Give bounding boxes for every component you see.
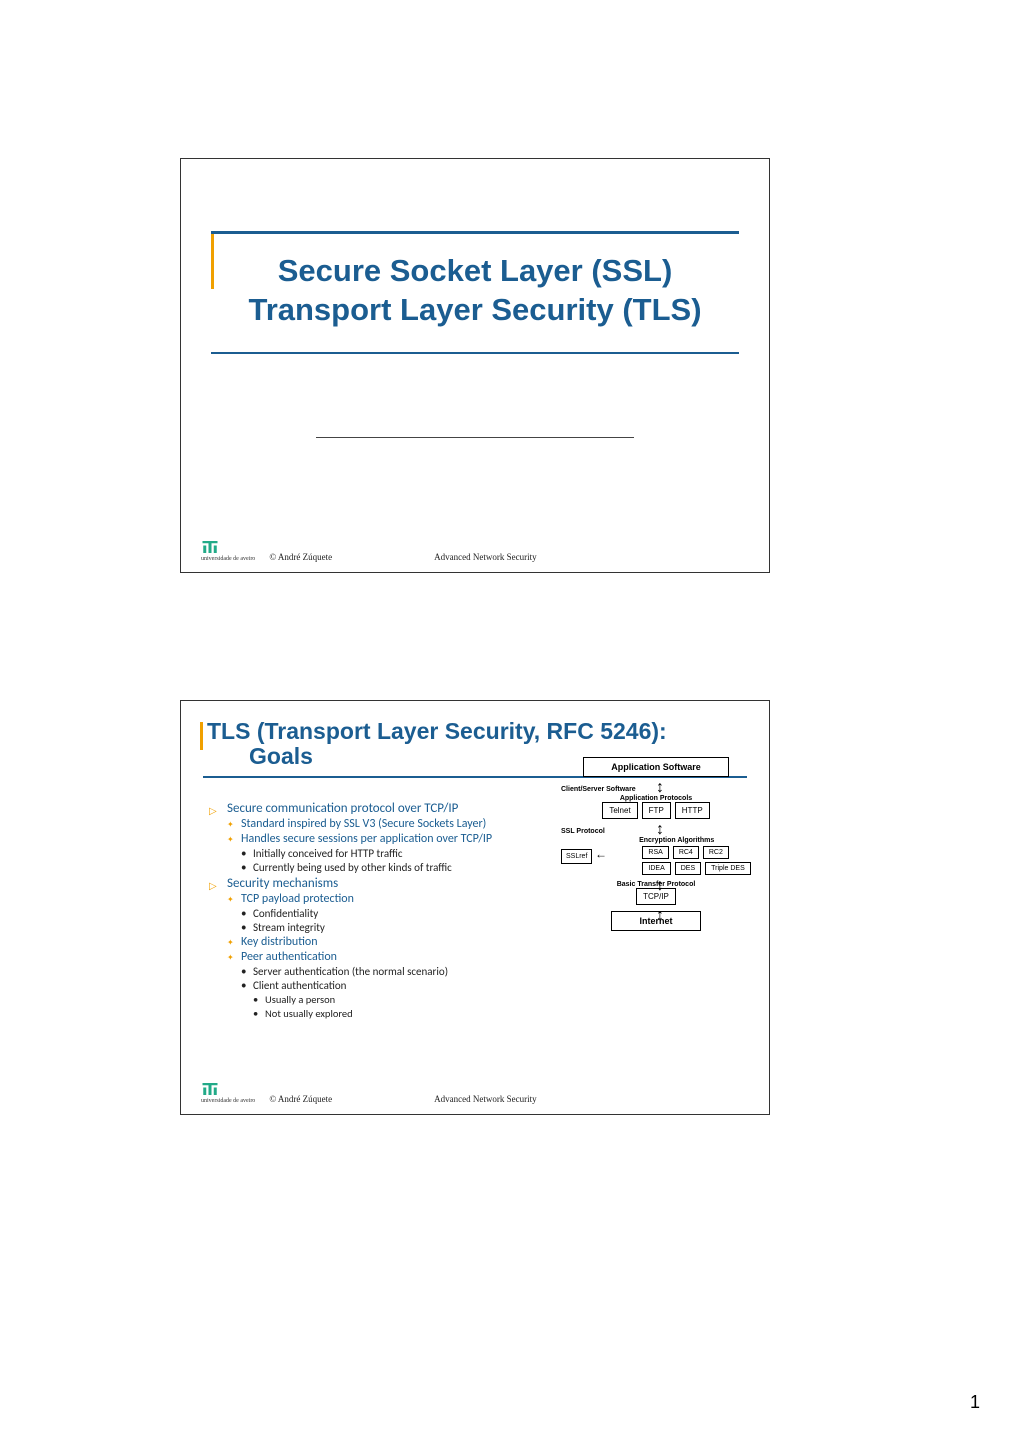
diagram-sslref: SSLref	[561, 849, 592, 864]
ssl-stack-diagram: Application Software Client/Server Softw…	[561, 757, 751, 931]
bullet-text: Client authentication	[253, 979, 346, 992]
bullet-l3: Currently being used by other kinds of t…	[241, 861, 549, 874]
diagram-rc4: RC4	[673, 846, 699, 859]
title-line-2: Transport Layer Security (TLS)	[248, 292, 701, 327]
bullet-l2: Peer authentication Server authenticatio…	[227, 950, 549, 1020]
bullet-l3: Confidentiality	[241, 907, 549, 920]
university-logo: universidade de aveiro	[201, 1080, 255, 1104]
bullet-l4: Usually a person	[253, 993, 549, 1006]
bullet-text: Key distribution	[241, 935, 318, 949]
bullet-text: Confidentiality	[253, 907, 318, 920]
slide-2: TLS (Transport Layer Security, RFC 5246)…	[180, 700, 770, 1115]
diagram-label-appproto: Application Protocols	[561, 795, 751, 802]
divider	[316, 437, 634, 438]
bullet-l1: Secure communication protocol over TCP/I…	[209, 801, 549, 874]
bullet-text: Standard inspired by SSL V3 (Secure Sock…	[241, 817, 486, 831]
title-main: TLS (Transport Layer Security, RFC 5246)…	[207, 718, 667, 744]
diagram-rsa: RSA	[642, 846, 668, 859]
bullet-l2: Key distribution	[227, 935, 549, 949]
bullet-text: Handles secure sessions per application …	[241, 832, 492, 846]
bullet-text: Secure communication protocol over TCP/I…	[227, 801, 458, 816]
title-accent	[200, 722, 203, 750]
title-block: Secure Socket Layer (SSL) Transport Laye…	[211, 231, 739, 354]
copyright: © André Zúquete	[269, 1094, 332, 1104]
slide-1: Secure Socket Layer (SSL) Transport Laye…	[180, 158, 770, 573]
bullet-l1: Security mechanisms TCP payload protecti…	[209, 876, 549, 1020]
diagram-app-software: Application Software	[583, 757, 729, 777]
diagram-idea: IDEA	[642, 862, 670, 875]
bullet-text: Not usually explored	[265, 1007, 353, 1020]
bullet-l4: Not usually explored	[253, 1007, 549, 1020]
bullet-text: TCP payload protection	[241, 892, 354, 906]
course-name: Advanced Network Security	[434, 552, 536, 562]
diagram-rc2: RC2	[703, 846, 729, 859]
bullet-l3: Stream integrity	[241, 921, 549, 934]
page-number: 1	[970, 1392, 980, 1413]
bullet-l2: Standard inspired by SSL V3 (Secure Sock…	[227, 817, 549, 831]
bullet-l2: Handles secure sessions per application …	[227, 832, 549, 874]
diagram-enc-wrap: SSLref Encryption Algorithms RSA RC4 RC2…	[561, 837, 751, 875]
bullet-l2: TCP payload protection Confidentiality S…	[227, 892, 549, 934]
bullet-text: Usually a person	[265, 993, 335, 1006]
diagram-telnet: Telnet	[602, 802, 637, 819]
slide-body: Secure communication protocol over TCP/I…	[209, 801, 549, 1022]
bullet-text: Server authentication (the normal scenar…	[253, 965, 448, 978]
slide-footer: universidade de aveiro © André Zúquete A…	[201, 1080, 749, 1104]
title-line-1: Secure Socket Layer (SSL)	[278, 253, 673, 288]
diagram-row-protocols: Telnet FTP HTTP	[561, 802, 751, 819]
course-name: Advanced Network Security	[434, 1094, 536, 1104]
diagram-des: DES	[675, 862, 701, 875]
diagram-ftp: FTP	[642, 802, 671, 819]
university-logo: universidade de aveiro	[201, 538, 255, 562]
bullet-text: Stream integrity	[253, 921, 325, 934]
bullet-text: Peer authentication	[241, 950, 337, 964]
bullet-l3: Server authentication (the normal scenar…	[241, 965, 549, 978]
bullet-l3: Client authentication Usually a person N…	[241, 979, 549, 1020]
diagram-3des: Triple DES	[705, 862, 751, 875]
bullet-text: Initially conceived for HTTP traffic	[253, 847, 403, 860]
university-name: universidade de aveiro	[201, 1098, 255, 1104]
copyright: © André Zúquete	[269, 552, 332, 562]
slide-title: Secure Socket Layer (SSL) Transport Laye…	[211, 252, 739, 330]
bullet-text: Security mechanisms	[227, 876, 338, 891]
bullet-text: Currently being used by other kinds of t…	[253, 861, 452, 874]
diagram-http: HTTP	[675, 802, 710, 819]
university-name: universidade de aveiro	[201, 556, 255, 562]
slide-footer: universidade de aveiro © André Zúquete A…	[201, 538, 749, 562]
bullet-l3: Initially conceived for HTTP traffic	[241, 847, 549, 860]
diagram-label-encalg: Encryption Algorithms	[602, 837, 751, 844]
